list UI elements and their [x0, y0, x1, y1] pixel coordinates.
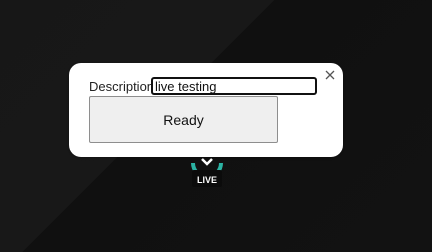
description-input[interactable]: [151, 77, 317, 95]
description-label: Description: [89, 79, 155, 94]
close-button[interactable]: [324, 69, 336, 81]
live-badge-text: LIVE: [197, 175, 217, 185]
ready-button[interactable]: Ready: [89, 96, 278, 143]
close-icon: [325, 70, 335, 80]
description-popup: Description Ready: [69, 63, 343, 157]
